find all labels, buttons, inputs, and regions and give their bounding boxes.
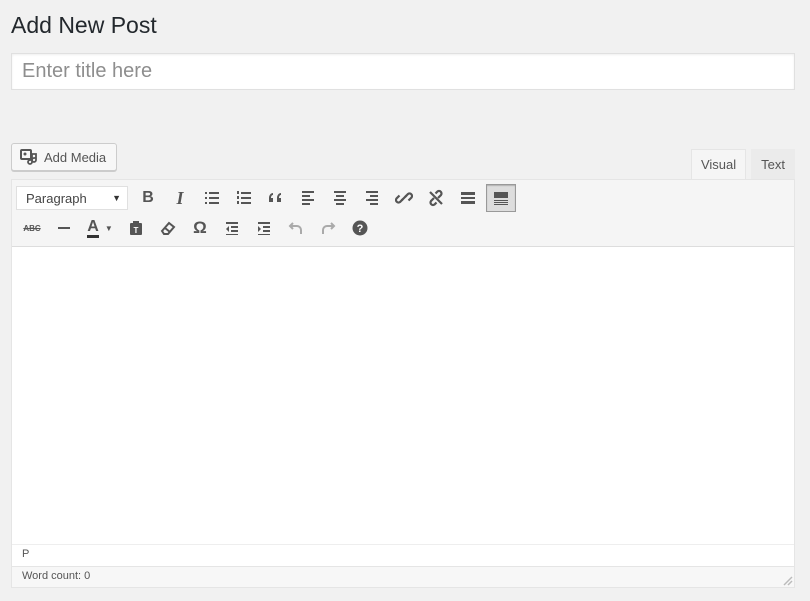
insert-link-button[interactable]	[388, 184, 420, 212]
element-path[interactable]: P	[12, 544, 794, 566]
italic-icon: I	[176, 187, 184, 208]
add-media-label: Add Media	[44, 149, 107, 165]
add-new-post-page: Add New Post Add Media Visual Text Parag…	[0, 0, 810, 601]
tab-visual[interactable]: Visual	[690, 149, 747, 179]
page-title: Add New Post	[11, 12, 157, 38]
align-right-button[interactable]	[356, 184, 388, 212]
text-color-icon: A ▼	[87, 218, 113, 238]
clear-formatting-icon	[160, 221, 176, 235]
blockquote-icon	[269, 193, 281, 202]
undo-icon	[288, 222, 302, 234]
toolbar-toggle-icon	[494, 192, 508, 205]
redo-button[interactable]	[312, 214, 344, 242]
horizontal-line-button[interactable]	[48, 214, 80, 242]
align-right-icon	[366, 191, 378, 205]
svg-text:?: ?	[357, 223, 364, 235]
tab-text[interactable]: Text	[751, 149, 795, 179]
chevron-down-icon: ▼	[104, 223, 113, 233]
post-editor: Paragraph ▼ B I ABC A ▼ T Ω ? P Word cou…	[11, 179, 795, 588]
text-color-button[interactable]: A ▼	[80, 214, 120, 242]
align-center-button[interactable]	[324, 184, 356, 212]
clear-formatting-button[interactable]	[152, 214, 184, 242]
read-more-button[interactable]	[452, 184, 484, 212]
resize-handle[interactable]	[780, 573, 794, 587]
remove-link-button[interactable]	[420, 184, 452, 212]
align-left-icon	[302, 191, 314, 205]
format-select[interactable]: Paragraph ▼	[16, 186, 128, 210]
toolbar-toggle-button[interactable]	[486, 184, 516, 212]
read-more-icon	[461, 192, 475, 204]
remove-link-icon	[429, 189, 443, 207]
align-center-icon	[334, 191, 346, 205]
editor-content-area[interactable]	[12, 247, 794, 544]
redo-icon	[322, 222, 336, 234]
editor-toolbar: Paragraph ▼ B I ABC A ▼ T Ω ?	[12, 180, 794, 247]
text-color-glyph: A	[87, 218, 99, 238]
svg-text:T: T	[134, 226, 139, 235]
keyboard-shortcuts-button[interactable]: ?	[344, 214, 376, 242]
bold-button[interactable]: B	[132, 184, 164, 212]
decrease-indent-icon	[226, 222, 238, 235]
word-count: Word count: 0	[12, 566, 794, 587]
media-icon	[20, 149, 38, 165]
special-character-button[interactable]: Ω	[184, 214, 216, 242]
toolbar-row-1: Paragraph ▼ B I	[16, 183, 790, 213]
add-media-button[interactable]: Add Media	[11, 143, 118, 171]
bulleted-list-icon	[205, 192, 219, 204]
post-title-input[interactable]	[11, 53, 795, 90]
italic-button[interactable]: I	[164, 184, 196, 212]
undo-button[interactable]	[280, 214, 312, 242]
insert-link-icon	[395, 192, 413, 204]
resize-grip-icon	[783, 576, 793, 586]
special-character-icon: Ω	[193, 218, 207, 237]
format-select-value: Paragraph	[26, 190, 87, 206]
strikethrough-icon: ABC	[23, 223, 41, 233]
bulleted-list-button[interactable]	[196, 184, 228, 212]
horizontal-line-icon	[58, 227, 70, 229]
strikethrough-button[interactable]: ABC	[16, 214, 48, 242]
editor-tabs: Visual Text	[690, 149, 795, 179]
keyboard-shortcuts-icon: ?	[352, 220, 368, 236]
numbered-list-button[interactable]	[228, 184, 260, 212]
increase-indent-icon	[258, 222, 270, 235]
bold-icon: B	[142, 189, 154, 206]
blockquote-button[interactable]	[260, 184, 292, 212]
paste-as-text-button[interactable]: T	[120, 214, 152, 242]
align-left-button[interactable]	[292, 184, 324, 212]
paste-as-text-icon: T	[130, 221, 142, 235]
chevron-down-icon: ▼	[112, 193, 121, 203]
toolbar-row-2: ABC A ▼ T Ω ?	[16, 213, 790, 243]
numbered-list-icon	[237, 191, 251, 204]
increase-indent-button[interactable]	[248, 214, 280, 242]
decrease-indent-button[interactable]	[216, 214, 248, 242]
